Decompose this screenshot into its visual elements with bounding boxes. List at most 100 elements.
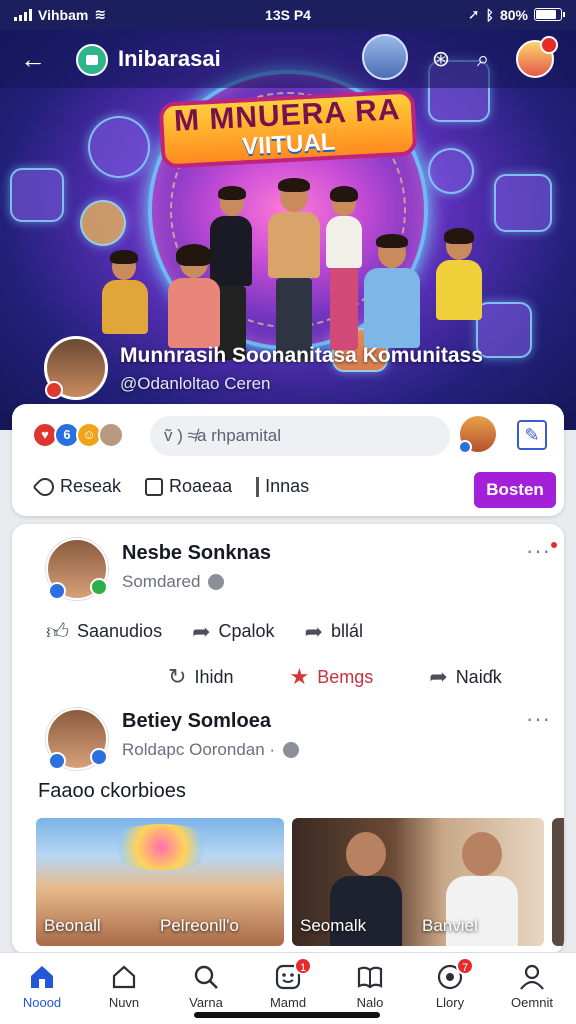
book-icon	[356, 963, 384, 991]
nav-item-messages[interactable]: 1 Mamd	[256, 957, 320, 1010]
composer-action-bar[interactable]: Innas	[256, 476, 309, 497]
floating-blocks-icon	[494, 174, 552, 232]
tag-icon	[32, 473, 58, 500]
post-author-name[interactable]: Nesbe Sonknas	[122, 542, 271, 565]
edit-pencil-icon[interactable]: ✎	[517, 420, 547, 450]
refresh-button[interactable]: ↻ Ihidn	[168, 664, 233, 690]
composer-action-label: Roaeaa	[169, 476, 233, 496]
reply-icon: ➦	[429, 664, 448, 689]
bar-icon	[256, 476, 260, 497]
nav-item-feed[interactable]: Nuvn	[92, 963, 156, 1010]
event-banner-title: M MNUERA RA VIITUAL	[158, 89, 418, 169]
search-icon[interactable]: ⌕	[468, 44, 498, 74]
post-subtitle-text: Somdared	[122, 572, 201, 591]
post-author-avatar[interactable]	[46, 538, 108, 600]
nav-label: Oemnit	[511, 995, 553, 1010]
post-author-avatar[interactable]	[46, 708, 108, 770]
friend-avatar	[98, 422, 124, 448]
post-composer: ♥ 6 ☺ ✎ Reseak Roaeaa Innas Bosten	[12, 404, 564, 516]
live-indicator-icon	[45, 381, 63, 399]
nav-label: Varna	[189, 995, 223, 1010]
online-badge-icon	[90, 578, 108, 596]
nav-label: Nalo	[356, 995, 384, 1010]
community-hero: M MNUERA RA VIITUAL ← Inibarasai ⊛ ⌕ Mun…	[0, 30, 576, 430]
nav-badge: 1	[294, 957, 312, 975]
more-options-icon[interactable]: ···	[526, 706, 551, 732]
more-options-icon[interactable]: ···	[526, 538, 557, 564]
feed-card: Nesbe Sonknas Somdared ··· 👍︎ Saanudios ➦…	[12, 524, 564, 954]
smiley-icon: 1	[274, 957, 312, 991]
floating-film-icon	[10, 168, 64, 222]
search-icon	[192, 963, 220, 991]
composer-action-label: Reseak	[60, 476, 122, 496]
nav-item-profile[interactable]: Oemnit	[500, 963, 564, 1010]
post-photo[interactable]: Beonall Pelreonll'o	[36, 818, 284, 946]
nav-label: Llory	[435, 995, 465, 1010]
reply-button[interactable]: ➦ Naiɗk	[429, 664, 501, 690]
profile-icon	[518, 963, 546, 991]
event-badge-icon[interactable]	[362, 34, 408, 80]
composer-actions: Reseak Roaeaa Innas	[32, 473, 309, 500]
floating-toy-icon	[476, 302, 532, 358]
reaction-avatars[interactable]: ♥ 6 ☺	[32, 422, 124, 448]
nav-badge: 7	[456, 957, 474, 975]
nav-item-watch[interactable]: 7 Llory	[418, 957, 482, 1010]
post-author-name[interactable]: Betiey Somloea	[122, 710, 271, 733]
photo-caption: Seomalk	[300, 916, 367, 935]
star-button[interactable]: ★ Bemgs	[289, 664, 373, 690]
home-outline-icon	[110, 963, 138, 991]
community-avatar[interactable]	[44, 336, 108, 400]
floating-book-icon	[428, 148, 474, 194]
nav-item-home[interactable]: Noood	[10, 963, 74, 1010]
battery-icon	[534, 8, 565, 21]
person-graphic	[346, 832, 386, 876]
globe-icon	[283, 742, 300, 758]
forward-button[interactable]: ➦ bllál	[305, 619, 363, 645]
action-label: Cpalok	[218, 621, 275, 641]
share-button[interactable]: ➦ Cpalok	[192, 619, 274, 645]
compass-icon[interactable]: ⊛	[426, 44, 456, 74]
bluetooth-icon: ᛒ	[485, 6, 494, 23]
globe-icon	[208, 574, 225, 590]
action-label: Naiɗk	[455, 666, 502, 687]
community-handle: @Odanloltao Ceren	[120, 374, 271, 393]
post-button[interactable]: Bosten	[474, 472, 556, 508]
post-subtitle-text: Roldapc Oorondan ·	[122, 740, 276, 759]
nav-item-library[interactable]: Nalo	[338, 963, 402, 1010]
verified-badge-icon	[48, 752, 66, 770]
share-icon: ➦	[192, 618, 211, 644]
star-icon: ★	[289, 664, 310, 689]
post-photo-peek[interactable]	[552, 818, 564, 946]
photo-caption: Banviel	[422, 916, 478, 935]
photo-caption: Pelreonll'o	[160, 916, 239, 935]
character-figure	[434, 228, 484, 322]
post-actions: 👍︎ Saanudios ➦ Cpalok ➦ bllál	[46, 618, 363, 645]
notification-dot	[540, 36, 558, 54]
nav-label: Noood	[22, 995, 62, 1010]
composer-action-label: Innas	[265, 476, 310, 496]
eye-icon: 7	[436, 957, 474, 991]
composer-action-tag[interactable]: Reseak	[32, 473, 122, 500]
verified-badge-icon	[90, 748, 108, 766]
app-title: Inibarasai	[118, 46, 221, 71]
profile-avatar[interactable]	[516, 36, 558, 78]
character-figure	[164, 244, 224, 348]
composer-user-avatar[interactable]	[458, 414, 498, 454]
back-arrow-icon[interactable]: ←	[20, 44, 56, 74]
like-button[interactable]: 👍︎ Saanudios	[46, 618, 162, 645]
app-bar: ← Inibarasai ⊛ ⌕	[0, 30, 576, 88]
home-filled-icon	[28, 963, 56, 991]
action-label: Bemgs	[317, 666, 374, 687]
character-figure	[360, 234, 424, 348]
composer-input[interactable]	[150, 416, 450, 456]
post-photo[interactable]: Seomalk Banviel	[292, 818, 544, 946]
notification-dot	[550, 542, 557, 548]
composer-action-checkbox[interactable]: Roaeaa	[145, 476, 232, 497]
battery-percent: 80%	[499, 6, 528, 23]
refresh-icon: ↻	[168, 664, 187, 689]
nav-item-search[interactable]: Varna	[174, 963, 238, 1010]
post-secondary-actions: ↻ Ihidn ★ Bemgs ➦ Naiɗk	[168, 664, 502, 690]
action-label: Saanudios	[77, 621, 163, 641]
balloons-graphic	[106, 824, 216, 870]
character-figure-main	[262, 178, 326, 362]
